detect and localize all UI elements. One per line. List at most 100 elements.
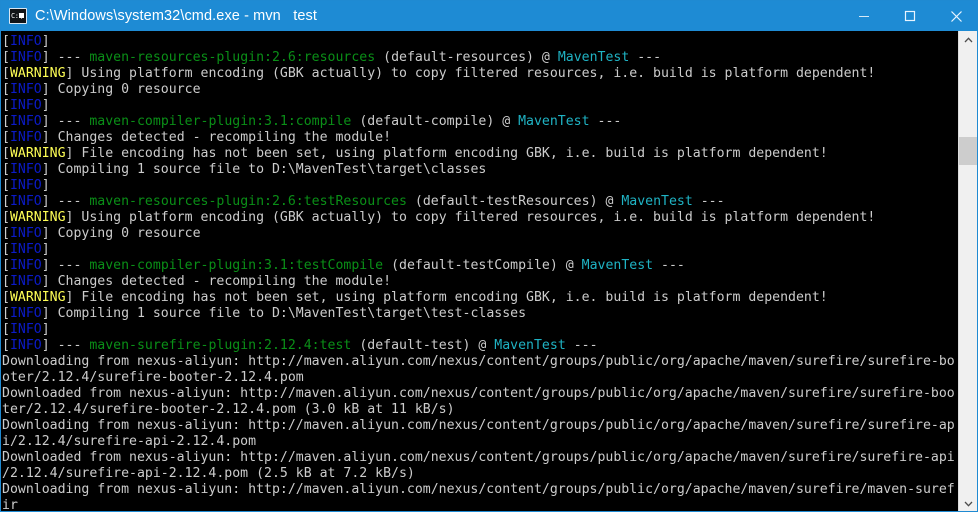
console-span-white: [ — [2, 82, 10, 97]
console-line: [INFO] — [2, 98, 959, 114]
console-span-blue: INFO — [9, 274, 42, 289]
console-output[interactable]: [INFO] [INFO] --- maven-resources-plugin… — [1, 31, 959, 512]
console-line: [INFO] — [2, 242, 959, 258]
console-span-blue: INFO — [9, 194, 42, 209]
minimize-button[interactable] — [841, 1, 887, 31]
console-span-white: --- — [565, 338, 598, 353]
close-button[interactable] — [933, 1, 977, 31]
chevron-down-icon — [964, 501, 972, 507]
console-span-white: i/2.12.4/surefire-api-2.12.4.pom — [2, 434, 257, 449]
cmd-window: C:\Windows\system32\cmd.exe - mvn test — [0, 0, 978, 512]
scroll-down-button[interactable] — [959, 494, 977, 511]
console-line: [WARNING] File encoding has not been set… — [2, 146, 959, 162]
console-span-white: ] — [41, 178, 58, 193]
console-line: [INFO] --- maven-resources-plugin:2.6:re… — [2, 50, 959, 66]
console-span-white: Downloading from nexus-aliyun: http://ma… — [2, 482, 955, 497]
minimize-icon — [859, 16, 869, 17]
console-span-white: (default-test) @ — [351, 338, 495, 353]
console-span-white: [ — [2, 130, 10, 145]
console-span-white: ter/2.12.4/surefire-booter-2.12.4.pom (3… — [2, 402, 455, 417]
console-line: [INFO] --- maven-resources-plugin:2.6:te… — [2, 194, 959, 210]
console-span-white: ] --- — [41, 194, 90, 209]
console-span-green: maven-compiler-plugin:3.1:compile — [89, 114, 352, 129]
console-line: [INFO] Changes detected - recompiling th… — [2, 130, 959, 146]
console-span-blue: INFO — [9, 322, 42, 337]
console-line: [INFO] Compiling 1 source file to D:\Mav… — [2, 306, 959, 322]
console-line: Downloading from nexus-aliyun: http://ma… — [2, 418, 959, 434]
console-line: [INFO] — [2, 322, 959, 338]
console-span-yellow: WARNING — [9, 146, 66, 161]
console-line: /2.12.4/surefire-api-2.12.4.pom (2.5 kB … — [2, 466, 959, 482]
scroll-up-button[interactable] — [959, 31, 977, 49]
console-span-white: (default-compile) @ — [351, 114, 519, 129]
console-span-yellow: WARNING — [9, 210, 66, 225]
console-line: [INFO] --- maven-surefire-plugin:2.12.4:… — [2, 338, 959, 354]
console-span-blue: INFO — [9, 162, 42, 177]
console-span-white: ir — [2, 498, 18, 512]
console-line: ir — [2, 498, 959, 512]
maximize-button[interactable] — [887, 1, 933, 31]
console-span-white: [ — [2, 194, 10, 209]
console-span-yellow: WARNING — [9, 66, 66, 81]
console-span-blue: INFO — [9, 258, 42, 273]
console-line: Downloading from nexus-aliyun: http://ma… — [2, 354, 959, 370]
console-span-white: [ — [2, 50, 10, 65]
console-span-white: ] Copying 0 resource — [41, 226, 201, 241]
console-span-blue: INFO — [9, 82, 42, 97]
console-span-blue: INFO — [9, 338, 42, 353]
console-span-white: ] --- — [41, 258, 90, 273]
chevron-up-icon — [964, 36, 972, 42]
console-span-white: --- — [589, 114, 622, 129]
console-span-white: ] --- — [41, 338, 90, 353]
console-span-yellow: WARNING — [9, 290, 66, 305]
scrollbar-track[interactable] — [959, 49, 977, 494]
console-span-white: [ — [2, 178, 10, 193]
console-span-white: ] File encoding has not been set, using … — [65, 290, 828, 305]
console-line: [INFO] — [2, 178, 959, 194]
console-span-white: ] — [41, 34, 58, 49]
console-span-white: ] Compiling 1 source file to D:\MavenTes… — [41, 162, 487, 177]
console-line: [INFO] Copying 0 resource — [2, 82, 959, 98]
window-titlebar[interactable]: C:\Windows\system32\cmd.exe - mvn test — [1, 1, 977, 31]
console-span-white: ] Using platform encoding (GBK actually)… — [65, 66, 876, 81]
console-line: [INFO] Changes detected - recompiling th… — [2, 274, 959, 290]
close-icon — [950, 10, 962, 22]
console-span-white: [ — [2, 66, 10, 81]
console-span-white: [ — [2, 242, 10, 257]
console-span-white: [ — [2, 98, 10, 113]
console-span-white: [ — [2, 162, 10, 177]
console-span-cyan: MavenTest — [621, 194, 693, 209]
console-span-blue: INFO — [9, 130, 42, 145]
console-span-white: [ — [2, 34, 10, 49]
console-span-white: Downloading from nexus-aliyun: http://ma… — [2, 418, 955, 433]
console-span-white: ] Changes detected - recompiling the mod… — [41, 274, 392, 289]
console-line: [INFO] Copying 0 resource — [2, 226, 959, 242]
console-span-white: --- — [692, 194, 725, 209]
console-span-white: --- — [653, 258, 685, 273]
console-span-cyan: MavenTest — [494, 338, 566, 353]
console-span-blue: INFO — [9, 98, 42, 113]
console-span-blue: INFO — [9, 306, 42, 321]
console-span-white: Downloading from nexus-aliyun: http://ma… — [2, 354, 955, 369]
window-title: C:\Windows\system32\cmd.exe - mvn test — [35, 8, 317, 24]
console-line: ter/2.12.4/surefire-booter-2.12.4.pom (3… — [2, 402, 959, 418]
scrollbar-thumb[interactable] — [959, 137, 977, 165]
console-span-green: maven-compiler-plugin:3.1:testCompile — [89, 258, 384, 273]
console-span-white: [ — [2, 226, 10, 241]
console-span-blue: INFO — [9, 226, 42, 241]
console-span-white: [ — [2, 258, 10, 273]
vertical-scrollbar[interactable] — [958, 31, 977, 511]
console-span-white: ] — [41, 98, 58, 113]
console-span-white: /2.12.4/surefire-api-2.12.4.pom (2.5 kB … — [2, 466, 415, 481]
console-line: oter/2.12.4/surefire-booter-2.12.4.pom — [2, 370, 959, 386]
console-span-white: [ — [2, 210, 10, 225]
console-line: [INFO] — [2, 34, 959, 50]
console-span-blue: INFO — [9, 34, 42, 49]
console-span-white: [ — [2, 338, 10, 353]
console-line: Downloaded from nexus-aliyun: http://mav… — [2, 386, 959, 402]
cmd-console-icon — [9, 8, 27, 24]
console-span-white: ] --- — [41, 114, 90, 129]
console-span-white: [ — [2, 290, 10, 305]
console-span-green: maven-resources-plugin:2.6:resources — [89, 50, 376, 65]
console-line: [INFO] --- maven-compiler-plugin:3.1:tes… — [2, 258, 959, 274]
